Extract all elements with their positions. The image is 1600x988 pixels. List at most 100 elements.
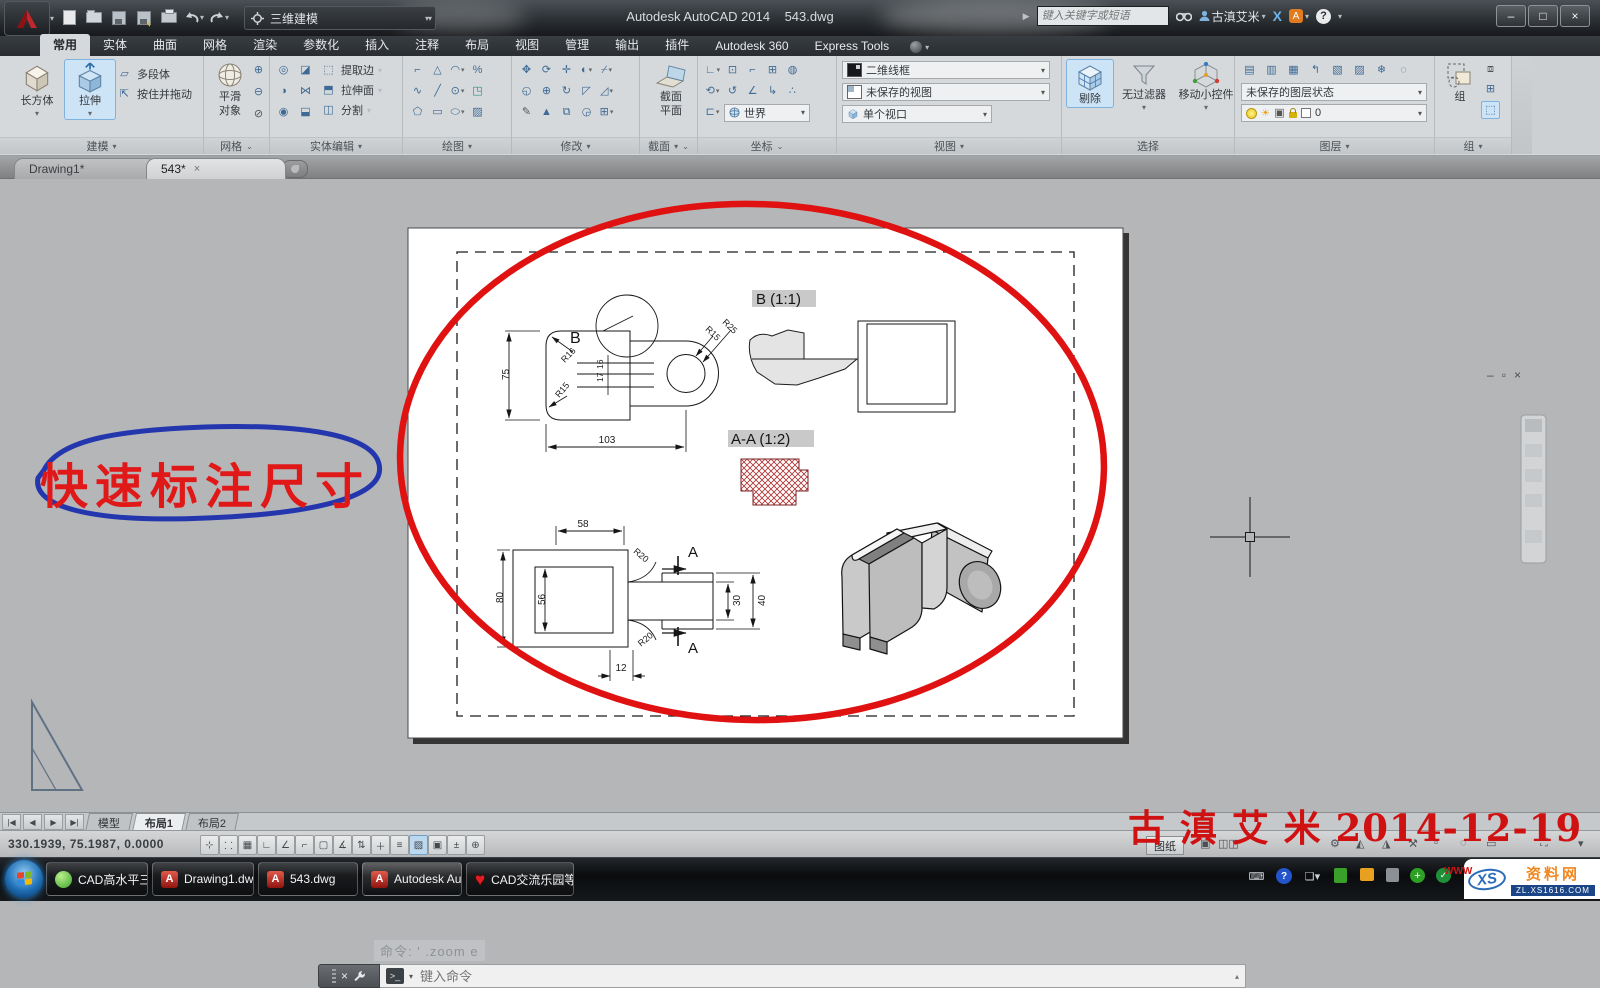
ucs-x-icon[interactable]: ⟲ xyxy=(704,84,721,100)
union-icon[interactable]: ◎ xyxy=(275,62,292,78)
panel-title-solid-editing[interactable]: 实体编辑▾ xyxy=(270,137,402,154)
file-tab-drawing1[interactable]: Drawing1* xyxy=(14,158,156,179)
interfere-icon[interactable]: ⋈ xyxy=(297,83,314,99)
ucs-object-icon[interactable]: ◍ xyxy=(784,63,801,79)
last-layout-button[interactable]: ▶| xyxy=(65,814,84,830)
offset-icon[interactable]: ⧉ xyxy=(558,105,575,121)
percent-icon[interactable]: % xyxy=(469,63,486,79)
lineweight-toggle[interactable]: ≡ xyxy=(390,835,409,855)
redo-caret-icon[interactable]: ▾ xyxy=(225,13,229,22)
rotate-3d-icon[interactable]: ⟳ xyxy=(538,63,555,79)
tray-keyboard-icon[interactable]: ⌨ xyxy=(1248,868,1265,884)
layer-vpfreeze-icon[interactable]: ▣ xyxy=(1274,105,1285,121)
panel-title-section[interactable]: 截面▾⌄ xyxy=(640,137,697,154)
ucs-z-icon[interactable]: ⌐ xyxy=(744,63,761,79)
region-icon[interactable]: ◳ xyxy=(469,84,486,100)
dyn-toggle[interactable]: ＋ xyxy=(371,835,390,855)
box-button[interactable]: 长方体 ▾ xyxy=(8,59,66,120)
infer-constraints-toggle[interactable]: ⊹ xyxy=(200,835,219,855)
ducs-toggle[interactable]: ⇅ xyxy=(352,835,371,855)
command-grip[interactable]: × xyxy=(318,964,380,988)
panel-title-mesh[interactable]: 网格⌄ xyxy=(204,137,269,154)
ucs-3point-icon[interactable]: ∴ xyxy=(784,84,801,100)
extract-edges-button[interactable]: ⬚ 提取边 ▾ xyxy=(320,60,382,80)
ribbon-tab-plugins[interactable]: 插件 xyxy=(652,34,702,56)
ribbon-tab-home[interactable]: 常用 xyxy=(40,34,90,56)
panel-title-modify[interactable]: 修改▾ xyxy=(512,137,639,154)
layer-freeze-icon[interactable]: ❄ xyxy=(1373,63,1390,79)
doc-close-icon[interactable]: × xyxy=(1514,368,1521,382)
polygon-icon[interactable]: ⬠ xyxy=(409,105,426,121)
tray-antivirus-icon[interactable]: + xyxy=(1410,868,1425,883)
ribbon-tab-express[interactable]: Express Tools xyxy=(802,37,902,56)
taskbar-item-543[interactable]: 543.dwg xyxy=(258,862,358,896)
app-menu-button[interactable] xyxy=(4,1,50,36)
layer-state-combo[interactable]: 未保存的图层状态 ▾ xyxy=(1241,83,1427,101)
presspull-button[interactable]: ⇱ 按住并拖动 xyxy=(116,84,192,104)
minimize-button[interactable]: – xyxy=(1496,5,1526,27)
layer-properties-icon[interactable]: ▤ xyxy=(1241,63,1258,79)
help-icon[interactable]: ? xyxy=(1316,9,1331,24)
ribbon-tab-parametric[interactable]: 参数化 xyxy=(290,34,352,56)
panel-title-view[interactable]: 视图▾ xyxy=(837,137,1061,154)
mirror-3d-icon[interactable]: ◐ xyxy=(578,63,595,79)
transparency-toggle[interactable]: ▨ xyxy=(409,835,428,855)
circle-icon[interactable]: ⊙ xyxy=(449,84,466,100)
mesh-crease-icon[interactable]: ⊘ xyxy=(250,106,267,122)
align-3d-icon[interactable]: ✛ xyxy=(558,63,575,79)
drawing-canvas[interactable]: 75 103 16 17 R16 R15 R15 R25 58 80 56 30… xyxy=(0,178,1600,812)
ribbon-tab-mesh[interactable]: 网格 xyxy=(190,34,240,56)
annotation-monitor-toggle[interactable]: ⊕ xyxy=(466,835,485,855)
file-tab-close-icon[interactable]: × xyxy=(194,163,200,175)
tray-im-icon[interactable] xyxy=(1360,868,1374,881)
connect-icon[interactable] xyxy=(910,41,922,53)
tab-model[interactable]: 模型 xyxy=(85,813,133,832)
group-select-toggle-icon[interactable]: ⬚ xyxy=(1481,101,1500,119)
group-button[interactable]: 组 xyxy=(1439,59,1481,106)
layer-isolate-icon[interactable]: ▧ xyxy=(1329,63,1346,79)
ucs-view-icon[interactable]: ⊞ xyxy=(764,63,781,79)
ribbon-tab-surface[interactable]: 曲面 xyxy=(140,34,190,56)
command-line[interactable]: × >_ ▾ ▴ xyxy=(318,964,1246,988)
arc-icon[interactable]: ◠ xyxy=(449,63,466,79)
qat-customize-icon[interactable]: ▾ xyxy=(428,14,432,23)
recent-commands-caret-icon[interactable]: ▾ xyxy=(409,972,413,981)
first-layout-button[interactable]: |◀ xyxy=(2,814,21,830)
file-tab-543[interactable]: 543* × xyxy=(146,158,286,179)
close-button[interactable]: × xyxy=(1560,5,1590,27)
save-button[interactable] xyxy=(108,7,130,28)
ribbon-tab-view[interactable]: 视图 xyxy=(502,34,552,56)
tab-layout2[interactable]: 布局2 xyxy=(185,813,239,832)
ucs-origin-icon[interactable]: ∠ xyxy=(744,84,761,100)
next-layout-button[interactable]: ▶ xyxy=(44,814,63,830)
move-3d-icon[interactable]: ✥ xyxy=(518,63,535,79)
ribbon-tab-output[interactable]: 输出 xyxy=(602,34,652,56)
separate-button[interactable]: ◫ 分割 ▾ xyxy=(320,100,382,120)
polysolid-button[interactable]: ▱ 多段体 xyxy=(116,64,192,84)
ribbon-overflow-strip[interactable] xyxy=(1512,56,1532,154)
explode-icon[interactable]: ▲ xyxy=(538,105,555,121)
new-button[interactable] xyxy=(58,7,80,28)
search-input[interactable] xyxy=(1037,6,1169,26)
plot-button[interactable] xyxy=(158,7,180,28)
chamfer-icon[interactable]: ◿ xyxy=(598,84,615,100)
layer-color-swatch[interactable] xyxy=(1301,108,1311,118)
visual-style-combo[interactable]: 二维线框 ▾ xyxy=(842,61,1050,79)
search-binoculars-icon[interactable] xyxy=(1176,10,1192,22)
quick-properties-toggle[interactable]: ▣ xyxy=(428,835,447,855)
command-input-area[interactable]: >_ ▾ ▴ xyxy=(380,964,1246,988)
layer-match-icon[interactable]: ▥ xyxy=(1263,63,1280,79)
save-as-button[interactable] xyxy=(133,7,155,28)
command-close-icon[interactable]: × xyxy=(341,969,348,983)
slice-icon[interactable]: ◪ xyxy=(297,62,314,78)
trim-icon[interactable]: ◸ xyxy=(578,84,595,100)
spline-icon[interactable]: ∿ xyxy=(409,84,426,100)
fillet-edge-icon[interactable]: ◵ xyxy=(518,84,535,100)
workspace-switcher[interactable]: 三维建模 ▾ xyxy=(244,6,436,30)
tray-help-icon[interactable]: ? xyxy=(1276,868,1292,884)
polyline-icon[interactable]: ⌐ xyxy=(409,63,426,79)
ribbon-options-caret-icon[interactable]: ▾ xyxy=(925,43,929,52)
autodesk360-button[interactable]: A ▾ xyxy=(1289,9,1309,23)
layer-prev-icon[interactable]: ↰ xyxy=(1307,63,1324,79)
mesh-reduce-icon[interactable]: ⊖ xyxy=(250,84,267,100)
